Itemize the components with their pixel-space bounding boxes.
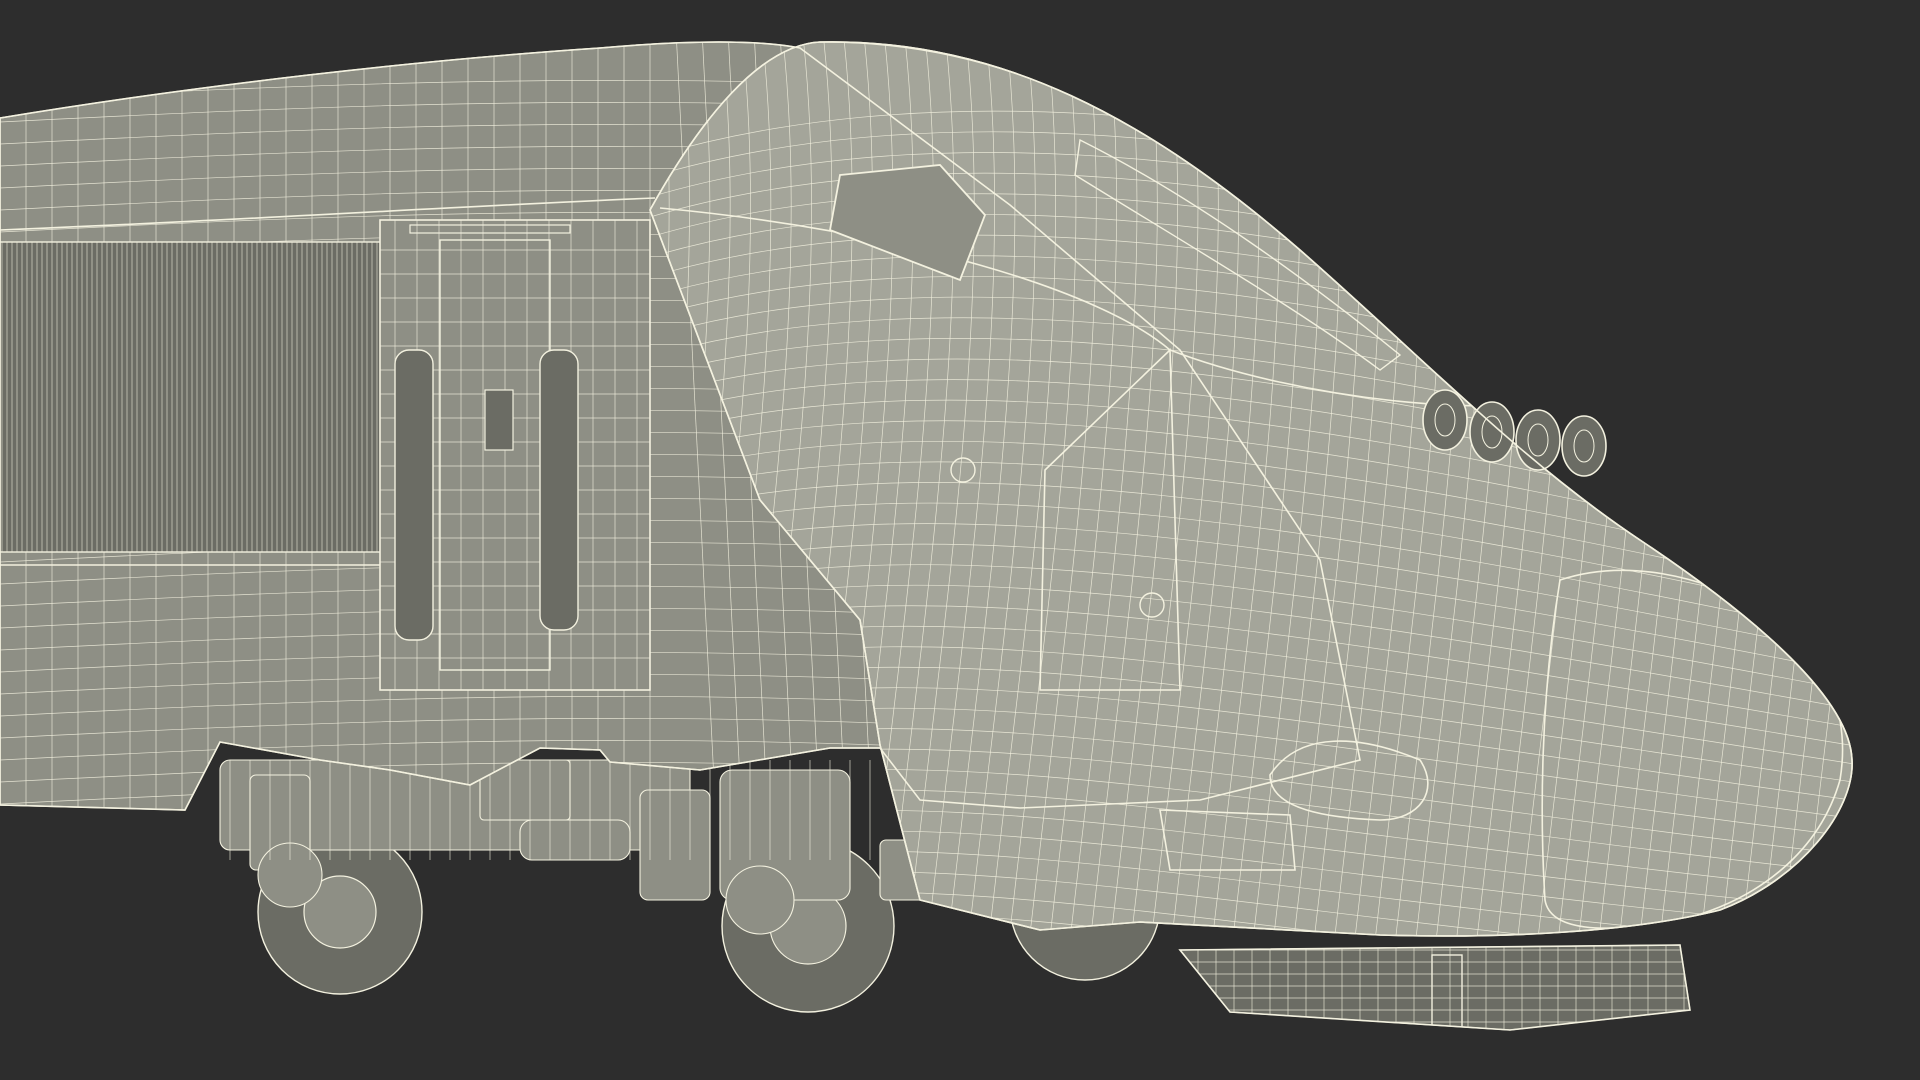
door-panel [379, 219, 651, 691]
viewport: .surf{fill:#8e8f85;stroke:#f3f1df;stroke… [0, 0, 1920, 1080]
axle-box [725, 865, 795, 935]
bogie-part [519, 819, 631, 861]
grab-handle-left [394, 349, 434, 641]
headlight [1422, 389, 1468, 451]
grab-handle-right [539, 349, 579, 631]
headlight [1515, 409, 1561, 471]
wireframe-render: .surf{fill:#8e8f85;stroke:#f3f1df;stroke… [0, 0, 1920, 1080]
headlight [1561, 415, 1607, 477]
door-lock [484, 389, 514, 451]
bogie-part [639, 789, 711, 901]
side-grille [0, 241, 383, 553]
